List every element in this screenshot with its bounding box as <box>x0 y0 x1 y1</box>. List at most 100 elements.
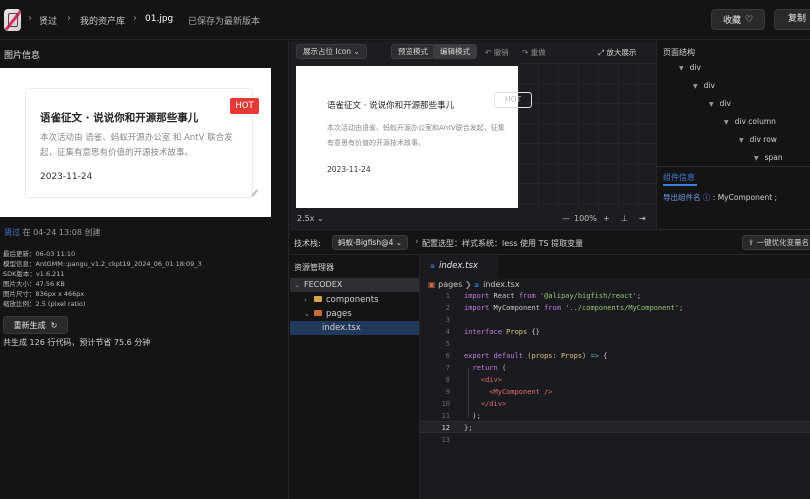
editor-tab-index[interactable]: ≋ index.tsx <box>420 255 498 278</box>
crumb-folder[interactable]: pages <box>438 280 462 289</box>
created-time: 在 04-24 13:08 创建 <box>22 228 101 237</box>
undo-label: 撤销 <box>493 48 509 57</box>
line-number: 9 <box>445 388 450 396</box>
code-line: <MyComponent /> <box>489 388 553 396</box>
tree-node-label: div column <box>734 117 776 126</box>
folder-open-icon <box>314 310 322 316</box>
line-number: 3 <box>445 316 450 324</box>
top-bar: › 贤过 › 我的资产库 › 01.jpg 已保存为最新版本 收藏 ♡ 复制 <box>0 0 810 40</box>
code-line: interface Props {} <box>464 328 540 336</box>
chevron-down-icon: ⌄ <box>314 214 324 223</box>
typescript-file-icon: ≋ <box>430 263 436 270</box>
preview-panel: 展示占位 Icon ⌄ 预览模式 编辑模式 ↶ 撤销 ↷ 重做 ⤢ 放大展示 语… <box>290 41 656 229</box>
line-number: 2 <box>445 304 450 312</box>
tech-stack-select[interactable]: 蚂蚁-Bigfish@4 ⌄ <box>332 235 408 250</box>
editor-tabs: ≋ index.tsx <box>420 255 810 278</box>
zoom-in-icon[interactable]: + <box>603 214 610 223</box>
chevron-right-icon: › <box>304 296 307 304</box>
optimize-var-names-button[interactable]: ⇪ 一键优化变量名 <box>742 235 810 250</box>
breadcrumb-library[interactable]: 我的资产库 <box>80 14 125 27</box>
optimize-label: 一键优化变量名 <box>756 238 810 247</box>
card-title: 语雀征文 · 说说你和开源那些事儿 <box>40 112 199 124</box>
tree-node[interactable]: ▼ div row <box>739 135 777 144</box>
scale-select[interactable]: 2.5x ⌄ <box>297 214 324 223</box>
chevron-right-icon: ❯ <box>464 280 475 289</box>
component-info-tab[interactable]: 组件信息 <box>663 172 695 183</box>
edit-pen-icon <box>251 189 263 201</box>
caret-down-icon: ▼ <box>754 155 759 162</box>
image-card: 语雀征文 · 说说你和开源那些事儿 本次活动由 语雀、蚂蚁开源办公室 和 Ant… <box>25 88 263 201</box>
preview-mode-tab[interactable]: 预览模式 <box>391 44 435 59</box>
redo-button[interactable]: ↷ 重做 <box>522 47 546 58</box>
export-name-field: 导出组件名 ⓘ : MyComponent ; <box>663 192 777 203</box>
render-preview[interactable]: 语雀征文 · 说说你和开源那些事儿 HOT 本次活动由语雀、蚂蚁开源办公室和An… <box>296 66 532 208</box>
redo-label: 重做 <box>530 48 546 57</box>
export-name-value[interactable]: : MyComponent ; <box>713 193 777 202</box>
enlarge-button[interactable]: ⤢ 放大展示 <box>598 47 636 58</box>
meta-dimensions: 图片尺寸：836px x 466px <box>3 290 85 298</box>
canvas-grid <box>518 63 656 211</box>
tech-stack-value: 蚂蚁-Bigfish@4 <box>338 238 394 247</box>
tree-node-label: div <box>703 81 715 90</box>
line-number: 10 <box>441 400 450 408</box>
line-number: 13 <box>441 436 450 444</box>
meta-updated: 最后更新：06-03 11:10 <box>3 250 76 258</box>
zoom-out-icon[interactable]: — <box>562 214 570 223</box>
edit-mode-tab[interactable]: 编辑模式 <box>433 44 477 59</box>
line-number: 7 <box>445 364 450 372</box>
page-structure-panel: 页面结构 ▼ div ▼ div ▼ div ▼ div column ▼ div row… <box>656 41 810 229</box>
fit-width-icon[interactable]: ⇥ <box>639 214 646 223</box>
caret-down-icon: ▼ <box>709 101 714 108</box>
explorer-item-index[interactable]: index.tsx <box>290 321 419 335</box>
tree-node[interactable]: ▼ div <box>693 81 715 90</box>
explorer-item-label: components <box>326 295 379 305</box>
current-line-highlight <box>420 421 810 433</box>
root-folder-label: FECODEX <box>304 280 343 289</box>
explorer-item-components[interactable]: › components <box>304 293 379 307</box>
meta-model: 模型信息：AntGMM::pangu_v1.2_ckpt19_2024_06_0… <box>3 260 202 268</box>
explorer-title: 资源管理器 <box>294 263 334 272</box>
author-link[interactable]: 贤过 <box>4 228 20 237</box>
explorer-item-pages[interactable]: ⌄ pages <box>304 307 352 321</box>
breadcrumb-separator-icon: › <box>28 13 32 24</box>
explorer-root-folder[interactable]: ⌄ FECODEX <box>290 278 419 292</box>
chevron-down-icon: ⌄ <box>395 238 403 247</box>
tech-stack-bar: 技术栈: 蚂蚁-Bigfish@4 ⌄ › 配置选型：样式系统：less 使用 … <box>290 229 810 255</box>
card-description: 本次活动由 语雀、蚂蚁开源办公室 和 AntV 联合发起，征集有意思有价值的开源… <box>40 133 233 158</box>
regenerate-button[interactable]: 重新生成 ↻ <box>3 316 68 334</box>
line-number: 5 <box>445 340 450 348</box>
copy-button[interactable]: 复制 <box>774 9 810 30</box>
file-explorer: 资源管理器 ⌄ FECODEX › components ⌄ pages index.… <box>290 255 420 499</box>
line-number: 6 <box>445 352 450 360</box>
tree-node[interactable]: ▼ span <box>754 153 783 162</box>
chevron-right-icon[interactable]: › <box>415 237 419 247</box>
tree-node-label: span <box>764 153 783 162</box>
code-line: </div> <box>480 400 507 408</box>
app-logo-icon[interactable] <box>4 9 21 31</box>
breadcrumb-file: 01.jpg <box>145 14 174 24</box>
meta-sdk: SDK版本：v1.6.211 <box>3 270 65 278</box>
crumb-file[interactable]: index.tsx <box>483 280 519 289</box>
tree-node[interactable]: ▼ div column <box>724 117 776 126</box>
download-icon[interactable]: ⊥ <box>621 214 628 223</box>
breadcrumb-separator-icon: › <box>67 13 71 24</box>
tree-node[interactable]: ▼ div <box>709 99 731 108</box>
preview-footer: 2.5x ⌄ — 100% + ⊥ ⇥ <box>290 212 656 229</box>
code-line: import React from '@alipay/bigfish/react… <box>464 292 642 300</box>
tree-node[interactable]: ▼ div <box>679 63 701 72</box>
breadcrumb-separator-icon: › <box>133 13 137 24</box>
favorite-button[interactable]: 收藏 ♡ <box>711 9 765 30</box>
folder-icon: ▣ <box>428 280 439 289</box>
explorer-item-label: index.tsx <box>322 323 361 333</box>
redo-icon: ↷ <box>522 48 531 57</box>
undo-button[interactable]: ↶ 撤销 <box>485 47 509 58</box>
breadcrumb-user[interactable]: 贤过 <box>39 14 57 27</box>
tech-stack-label: 技术栈: <box>294 239 321 248</box>
preview-toolbar: 展示占位 Icon ⌄ 预览模式 编辑模式 ↶ 撤销 ↷ 重做 ⤢ 放大展示 <box>290 41 656 63</box>
folder-icon <box>314 296 322 302</box>
tree-node-label: div row <box>749 135 777 144</box>
zoom-level: 100% <box>574 214 597 223</box>
placeholder-icon-select[interactable]: 展示占位 Icon ⌄ <box>296 44 367 59</box>
divider <box>657 166 810 167</box>
scale-label: 2.5x <box>297 214 315 223</box>
